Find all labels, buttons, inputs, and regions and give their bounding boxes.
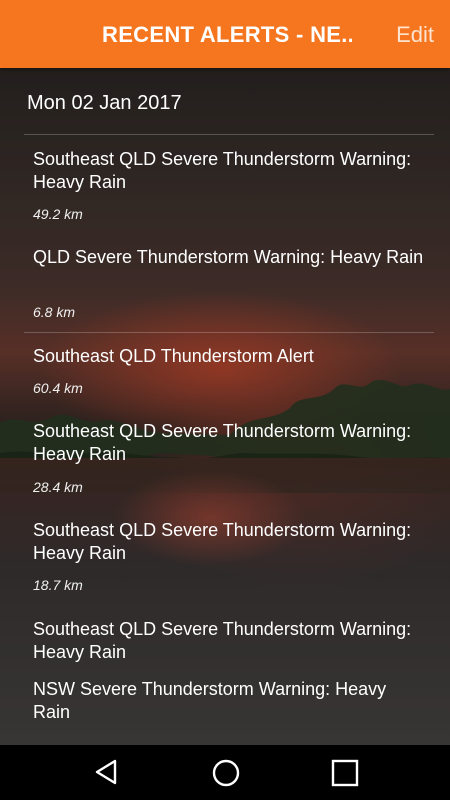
alert-title: NSW Severe Thunderstorm Warning: Heavy R… xyxy=(33,679,387,722)
app-screen: RECENT ALERTS - NE.. Edit Mon 02 Jan 201… xyxy=(0,0,450,800)
alert-title: QLD Severe Thunderstorm Warning: Heavy R… xyxy=(33,247,424,267)
alert-title: Southeast QLD Severe Thunderstorm Warnin… xyxy=(33,149,412,192)
back-triangle-icon xyxy=(95,759,117,785)
home-button[interactable] xyxy=(190,745,260,800)
top-app-bar: RECENT ALERTS - NE.. Edit xyxy=(0,0,450,68)
alert-list-item[interactable]: Southeast QLD Severe Thunderstorm Warnin… xyxy=(0,148,450,228)
divider xyxy=(24,332,434,333)
recents-button[interactable] xyxy=(309,745,379,800)
system-navigation-bar xyxy=(0,745,450,800)
edit-button[interactable]: Edit xyxy=(396,22,434,48)
divider xyxy=(24,134,434,135)
alert-title: Southeast QLD Severe Thunderstorm Warnin… xyxy=(33,520,412,563)
alert-distance: 6.8 km xyxy=(33,304,76,320)
alerts-list[interactable]: Mon 02 Jan 2017 Southeast QLD Severe Thu… xyxy=(0,68,450,745)
date-section-header: Mon 02 Jan 2017 xyxy=(27,92,182,114)
alert-list-item[interactable]: Southeast QLD Severe Thunderstorm Warnin… xyxy=(0,618,450,668)
home-circle-icon xyxy=(212,759,240,787)
recents-square-icon xyxy=(331,759,359,787)
alert-distance: 18.7 km xyxy=(33,577,83,593)
alert-title: Southeast QLD Severe Thunderstorm Warnin… xyxy=(33,421,412,464)
alert-title: Southeast QLD Thunderstorm Alert xyxy=(33,346,314,366)
alert-distance: 49.2 km xyxy=(33,206,83,222)
alert-list-item[interactable]: Southeast QLD Thunderstorm Alert 60.4 km xyxy=(0,345,450,405)
page-title: RECENT ALERTS - NE.. xyxy=(102,22,352,47)
alert-distance: 28.4 km xyxy=(33,479,83,495)
alert-list-item[interactable]: QLD Severe Thunderstorm Warning: Heavy R… xyxy=(0,246,450,326)
alert-title: Southeast QLD Severe Thunderstorm Warnin… xyxy=(33,619,412,662)
back-button[interactable] xyxy=(71,745,141,800)
alert-list-item[interactable]: Southeast QLD Severe Thunderstorm Warnin… xyxy=(0,420,450,500)
alert-distance: 60.4 km xyxy=(33,380,83,396)
alert-list-item[interactable]: Southeast QLD Severe Thunderstorm Warnin… xyxy=(0,519,450,599)
alert-list-item[interactable]: NSW Severe Thunderstorm Warning: Heavy R… xyxy=(0,678,450,728)
